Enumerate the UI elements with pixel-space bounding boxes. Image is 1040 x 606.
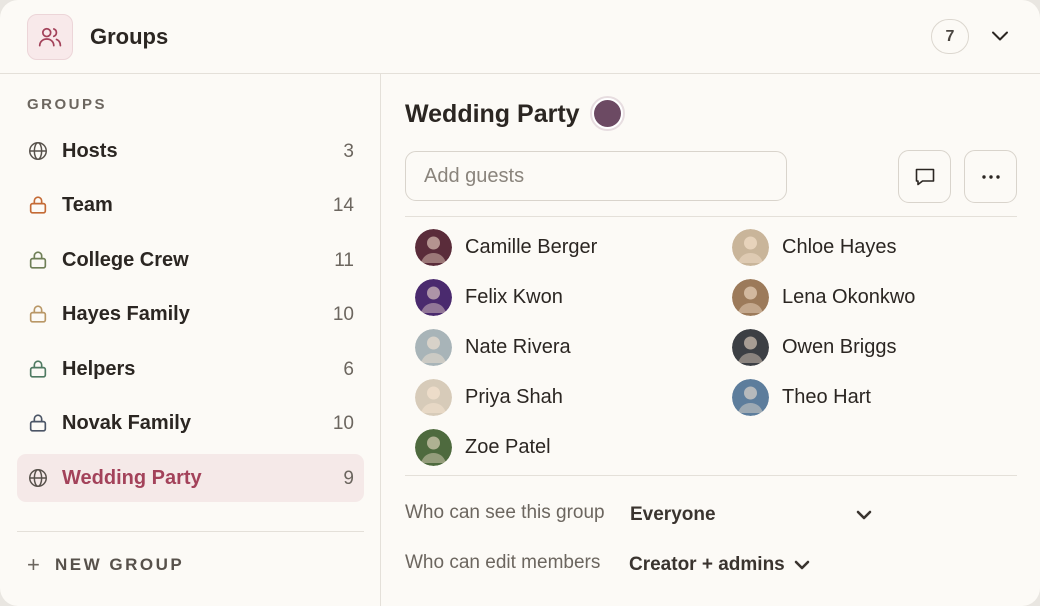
guest-name: Priya Shah: [465, 385, 563, 408]
sidebar-item-count: 11: [334, 250, 354, 271]
sidebar-item-college-crew[interactable]: College Crew 11: [17, 236, 364, 284]
guest-name: Theo Hart: [782, 385, 871, 408]
guest-item[interactable]: Felix Kwon: [415, 278, 563, 316]
chevron-down-icon[interactable]: [989, 27, 1011, 45]
sidebar-item-count: 14: [332, 195, 354, 216]
lock-icon: [27, 412, 49, 434]
more-options-button[interactable]: [964, 150, 1017, 203]
plus-icon: +: [27, 552, 40, 577]
sidebar-item-count: 10: [332, 304, 354, 325]
sidebar: GROUPS Hosts 3 Team 14 College Crew 11 Hayes F…: [0, 74, 381, 606]
lock-icon: [27, 194, 49, 216]
sidebar-item-count: 10: [332, 413, 354, 434]
avatar: [732, 278, 769, 316]
divider: [405, 475, 1017, 476]
avatar: [415, 378, 452, 416]
sidebar-item-label: Wedding Party: [62, 467, 202, 489]
message-icon: [915, 168, 934, 185]
sidebar-divider: [17, 531, 364, 532]
guest-name: Chloe Hayes: [782, 235, 897, 258]
sidebar-item-label: Helpers: [62, 358, 136, 380]
globe-icon: [27, 467, 49, 489]
sidebar-item-team[interactable]: Team 14: [17, 181, 364, 229]
sidebar-item-count: 6: [343, 359, 354, 380]
visibility-label: Who can see this group: [405, 502, 605, 523]
add-guests-input[interactable]: [405, 151, 787, 201]
sidebar-item-label: Team: [62, 194, 113, 216]
chevron-down-icon[interactable]: [793, 558, 811, 572]
guest-name: Lena Okonkwo: [782, 285, 916, 308]
sidebar-item-hayes-family[interactable]: Hayes Family 10: [17, 290, 364, 338]
sidebar-item-novak-family[interactable]: Novak Family 10: [17, 399, 364, 447]
lock-icon: [27, 358, 49, 380]
sidebar-heading: GROUPS: [27, 96, 108, 113]
guest-item[interactable]: Zoe Patel: [415, 428, 551, 466]
sidebar-item-count: 9: [343, 468, 354, 489]
guest-item[interactable]: Theo Hart: [732, 378, 871, 416]
new-group-button[interactable]: + NEW GROUP: [27, 552, 185, 577]
guest-name: Zoe Patel: [465, 435, 551, 458]
avatar: [732, 378, 769, 416]
avatar: [415, 228, 452, 266]
sidebar-item-label: Hosts: [62, 140, 118, 162]
avatar: [415, 278, 452, 316]
avatar: [732, 228, 769, 266]
message-button[interactable]: [898, 150, 951, 203]
guest-name: Owen Briggs: [782, 335, 897, 358]
group-title: Wedding Party: [405, 100, 580, 128]
avatar: [732, 328, 769, 366]
header-title: Groups: [90, 24, 169, 49]
guest-name: Felix Kwon: [465, 285, 563, 308]
guest-item[interactable]: Lena Okonkwo: [732, 278, 915, 316]
new-group-label: NEW GROUP: [55, 555, 185, 574]
sidebar-item-count: 3: [343, 141, 354, 162]
guest-item[interactable]: Chloe Hayes: [732, 228, 897, 266]
lock-icon: [27, 249, 49, 271]
sidebar-item-helpers[interactable]: Helpers 6: [17, 345, 364, 393]
sidebar-item-label: College Crew: [62, 249, 189, 271]
group-color-picker[interactable]: [590, 96, 625, 131]
globe-icon: [27, 140, 49, 162]
edit-permission-label: Who can edit members: [405, 552, 601, 573]
more-icon: [981, 174, 1000, 179]
groups-window: Groups 7 GROUPS Hosts 3 Team 14 College Crew…: [0, 0, 1040, 606]
group-detail: Wedding Party Camille Berger Chloe Hayes F…: [382, 74, 1040, 606]
guest-name: Camille Berger: [465, 235, 598, 258]
edit-permission-select[interactable]: Creator + admins: [629, 554, 785, 576]
guest-item[interactable]: Camille Berger: [415, 228, 597, 266]
avatar: [415, 428, 452, 466]
sidebar-item-wedding-party[interactable]: Wedding Party 9: [17, 454, 364, 502]
group-count-badge: 7: [931, 19, 969, 54]
sidebar-item-hosts[interactable]: Hosts 3: [17, 127, 364, 175]
guest-name: Nate Rivera: [465, 335, 571, 358]
guest-item[interactable]: Nate Rivera: [415, 328, 571, 366]
visibility-select[interactable]: Everyone: [630, 504, 716, 526]
sidebar-item-label: Novak Family: [62, 412, 191, 434]
guest-item[interactable]: Owen Briggs: [732, 328, 897, 366]
users-icon: [27, 14, 73, 60]
avatar: [415, 328, 452, 366]
divider: [405, 216, 1017, 217]
lock-icon: [27, 303, 49, 325]
chevron-down-icon[interactable]: [855, 508, 873, 522]
sidebar-item-label: Hayes Family: [62, 303, 190, 325]
header: Groups 7: [0, 0, 1040, 74]
color-swatch: [594, 100, 621, 127]
guest-item[interactable]: Priya Shah: [415, 378, 563, 416]
